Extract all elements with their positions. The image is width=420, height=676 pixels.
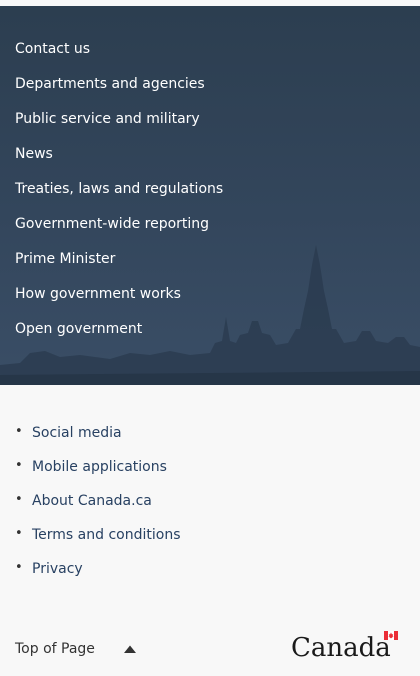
social-media-link[interactable]: Social media: [32, 425, 122, 441]
main-links-list: Contact us Departments and agencies Publ…: [15, 36, 223, 351]
canada-wordmark-logo: Canada: [291, 631, 398, 662]
prime-minister-link[interactable]: Prime Minister: [15, 251, 115, 267]
secondary-link-item: • Terms and conditions: [15, 524, 181, 558]
main-footer-band: Contact us Departments and agencies Publ…: [0, 6, 420, 385]
terms-conditions-link[interactable]: Terms and conditions: [32, 527, 181, 543]
wordmark-text: Canada: [291, 633, 391, 662]
main-link-item: How government works: [15, 281, 223, 316]
secondary-link-item: • About Canada.ca: [15, 490, 181, 524]
main-link-item: Prime Minister: [15, 246, 223, 281]
secondary-links-list: • Social media • Mobile applications • Abou…: [15, 422, 181, 592]
main-link-item: Departments and agencies: [15, 71, 223, 106]
government-reporting-link[interactable]: Government-wide reporting: [15, 216, 209, 232]
secondary-link-item: • Privacy: [15, 558, 181, 592]
secondary-link-item: • Social media: [15, 422, 181, 456]
main-link-item: Treaties, laws and regulations: [15, 176, 223, 211]
flag-icon: [384, 631, 398, 640]
about-canada-link[interactable]: About Canada.ca: [32, 493, 152, 509]
caret-up-icon: [123, 645, 136, 653]
main-link-item: Open government: [15, 316, 223, 351]
secondary-footer: • Social media • Mobile applications • Abou…: [0, 385, 420, 676]
news-link[interactable]: News: [15, 146, 53, 162]
main-link-item: News: [15, 141, 223, 176]
how-government-works-link[interactable]: How government works: [15, 286, 181, 302]
secondary-link-item: • Mobile applications: [15, 456, 181, 490]
mobile-applications-link[interactable]: Mobile applications: [32, 459, 167, 475]
treaties-laws-link[interactable]: Treaties, laws and regulations: [15, 181, 223, 197]
contact-us-link[interactable]: Contact us: [15, 41, 90, 57]
main-link-item: Government-wide reporting: [15, 211, 223, 246]
top-of-page-link[interactable]: Top of Page: [15, 638, 137, 660]
open-government-link[interactable]: Open government: [15, 321, 142, 337]
bullet-icon: •: [15, 424, 23, 439]
bullet-icon: •: [15, 560, 23, 575]
bullet-icon: •: [15, 526, 23, 541]
bullet-icon: •: [15, 492, 23, 507]
public-service-military-link[interactable]: Public service and military: [15, 111, 200, 127]
departments-agencies-link[interactable]: Departments and agencies: [15, 76, 205, 92]
main-link-item: Contact us: [15, 36, 223, 71]
bullet-icon: •: [15, 458, 23, 473]
top-of-page-label: Top of Page: [15, 641, 95, 657]
privacy-link[interactable]: Privacy: [32, 561, 83, 577]
main-link-item: Public service and military: [15, 106, 223, 141]
